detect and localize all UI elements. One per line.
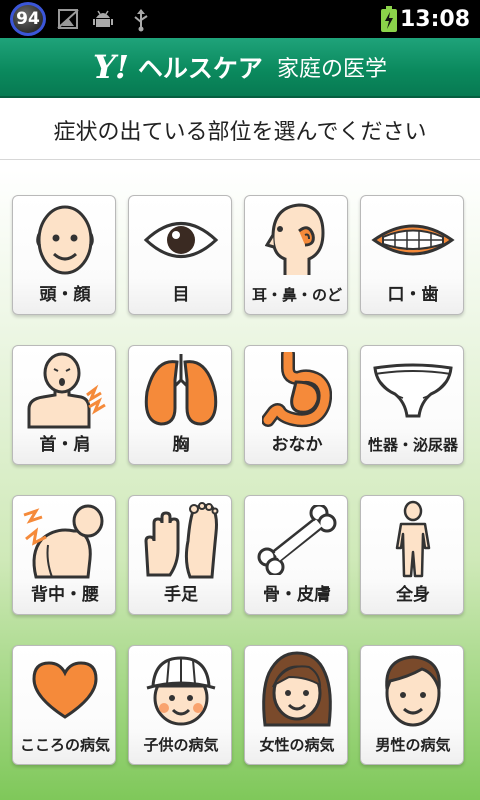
whole-body-icon (395, 500, 431, 578)
yahoo-logo: Y! (93, 48, 129, 86)
app-subtitle: 家庭の医学 (276, 57, 387, 82)
tile-mouth-teeth[interactable]: 口・歯 (360, 195, 464, 315)
tile-stomach[interactable]: おなか (244, 345, 348, 465)
tile-ear-nose-throat[interactable]: 耳・鼻・のど (244, 195, 348, 315)
tile-label: 口・歯 (387, 285, 439, 305)
tile-head-face[interactable]: 頭・顔 (12, 195, 116, 315)
tile-neck-shoulder[interactable]: 首・肩 (12, 345, 116, 465)
heart-icon (32, 661, 98, 719)
brand-title: ヘルスケア (137, 54, 263, 83)
tile-child-illness[interactable]: 子供の病気 (128, 645, 232, 765)
tile-label: おなか (271, 435, 323, 455)
stomach-icon (262, 352, 332, 428)
mouth-teeth-icon (371, 224, 455, 256)
tile-eye[interactable]: 目 (128, 195, 232, 315)
battery-level-badge: 94 (10, 2, 46, 36)
tile-label: 手足 (164, 585, 198, 605)
eye-icon (143, 222, 219, 258)
tile-label: 首・肩 (39, 435, 91, 455)
tile-label: 性器・泌尿器 (367, 436, 458, 454)
app-header: Y! ヘルスケア 家庭の医学 (0, 38, 480, 98)
tile-chest[interactable]: 胸 (128, 345, 232, 465)
body-part-grid: 頭・顔 目 耳・鼻・のど 口・歯 首・肩 胸 おなか 性器・泌尿器 背中・腰 手… (12, 195, 468, 765)
tile-bone-skin[interactable]: 骨・皮膚 (244, 495, 348, 615)
lungs-icon (144, 354, 218, 426)
tile-label: こころの病気 (19, 736, 110, 754)
tile-men-illness[interactable]: 男性の病気 (360, 645, 464, 765)
woman-icon (262, 651, 332, 727)
tile-label: 胸 (172, 435, 190, 455)
tile-label: 目 (172, 285, 190, 305)
tile-label: 男性の病気 (375, 736, 451, 754)
no-sim-icon (57, 9, 79, 29)
tile-women-illness[interactable]: 女性の病気 (244, 645, 348, 765)
usb-icon (134, 9, 148, 32)
tile-hand-foot[interactable]: 手足 (128, 495, 232, 615)
battery-charging-icon (381, 6, 397, 32)
status-bar: 94 13:08 (0, 0, 480, 38)
tile-label: 背中・腰 (31, 585, 99, 605)
bone-icon (257, 505, 337, 575)
back-waist-icon (23, 504, 104, 579)
ear-nose-throat-icon (265, 203, 325, 275)
head-face-icon (36, 205, 94, 275)
clock: 13:08 (399, 7, 470, 32)
neck-shoulder-icon (27, 352, 106, 429)
tile-label: 耳・鼻・のど (251, 286, 342, 304)
hand-foot-icon (144, 502, 219, 579)
tile-label: 骨・皮膚 (263, 585, 331, 605)
tile-label: 全身 (396, 585, 430, 605)
page-title: 症状の出ている部位を選んでください (0, 100, 480, 160)
tile-label: 子供の病気 (143, 736, 219, 754)
tile-mental-health[interactable]: こころの病気 (12, 645, 116, 765)
underwear-icon (373, 363, 453, 418)
child-icon (146, 656, 216, 726)
man-icon (385, 655, 441, 727)
android-debug-icon (93, 10, 113, 27)
tile-whole-body[interactable]: 全身 (360, 495, 464, 615)
tile-genital-urinary[interactable]: 性器・泌尿器 (360, 345, 464, 465)
tile-back-waist[interactable]: 背中・腰 (12, 495, 116, 615)
tile-label: 女性の病気 (259, 736, 335, 754)
tile-label: 頭・顔 (39, 285, 91, 305)
